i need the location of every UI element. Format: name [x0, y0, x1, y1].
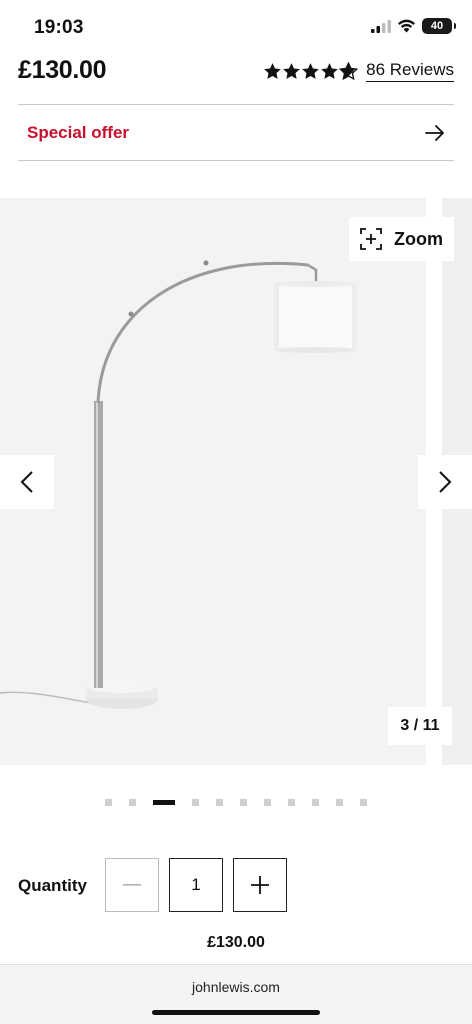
quantity-row: Quantity 1	[18, 858, 454, 912]
increase-quantity-button[interactable]	[233, 858, 287, 912]
quantity-label: Quantity	[18, 876, 87, 895]
pagination-dot-active[interactable]	[153, 799, 175, 805]
zoom-label: Zoom	[394, 228, 443, 249]
special-offer-row[interactable]: Special offer	[18, 106, 454, 160]
divider	[18, 160, 454, 161]
status-icons: 40	[371, 18, 456, 34]
rating[interactable]: 86 Reviews	[263, 60, 454, 82]
home-indicator	[152, 1010, 320, 1015]
star-icon	[302, 62, 319, 79]
product-image-gallery[interactable]: Zoom 3 / 11	[0, 198, 472, 765]
star-rating	[263, 61, 359, 81]
star-icon	[321, 62, 338, 79]
pagination-dot[interactable]	[192, 798, 199, 806]
status-bar: 19:03 40	[0, 0, 472, 56]
special-offer-label: Special offer	[27, 123, 130, 142]
signal-icon	[371, 19, 391, 33]
chevron-right-icon	[439, 471, 452, 493]
floor-lamp-image	[0, 260, 357, 709]
quantity-input[interactable]: 1	[169, 858, 223, 912]
arrow-right-icon	[425, 125, 444, 141]
product-price: £130.00	[18, 56, 107, 84]
pagination-dot[interactable]	[336, 798, 343, 806]
browser-address-bar[interactable]: johnlewis.com	[0, 964, 472, 1024]
gallery-slide[interactable]	[0, 198, 426, 765]
reviews-link[interactable]: 86 Reviews	[366, 60, 454, 82]
zoom-icon	[360, 228, 382, 250]
total-price: £130.00	[207, 934, 265, 951]
status-time: 19:03	[34, 17, 84, 38]
pagination-dot[interactable]	[129, 798, 136, 806]
half-star-icon	[339, 61, 359, 80]
divider	[18, 104, 454, 105]
zoom-button[interactable]: Zoom	[349, 217, 454, 261]
pagination-dot[interactable]	[288, 798, 295, 806]
price-row: £130.00 86 Reviews	[18, 52, 454, 90]
pagination-dot[interactable]	[216, 798, 223, 806]
plus-icon	[251, 876, 269, 894]
pagination-dot[interactable]	[105, 798, 112, 806]
pagination-dot[interactable]	[240, 798, 247, 806]
decrease-quantity-button[interactable]	[105, 858, 159, 912]
previous-image-button[interactable]	[0, 455, 54, 509]
pagination-dot[interactable]	[360, 798, 367, 806]
wifi-icon	[398, 19, 415, 33]
url-label[interactable]: johnlewis.com	[0, 979, 472, 995]
pagination-dot[interactable]	[264, 798, 271, 806]
pagination-dot[interactable]	[312, 798, 319, 806]
next-image-button[interactable]	[418, 455, 472, 509]
star-icon	[264, 62, 281, 79]
chevron-left-icon	[20, 471, 33, 493]
minus-icon	[123, 884, 141, 886]
image-counter: 3 / 11	[388, 707, 452, 745]
battery-icon: 40	[422, 18, 456, 34]
star-icon	[283, 62, 300, 79]
gallery-pagination[interactable]	[0, 798, 472, 806]
